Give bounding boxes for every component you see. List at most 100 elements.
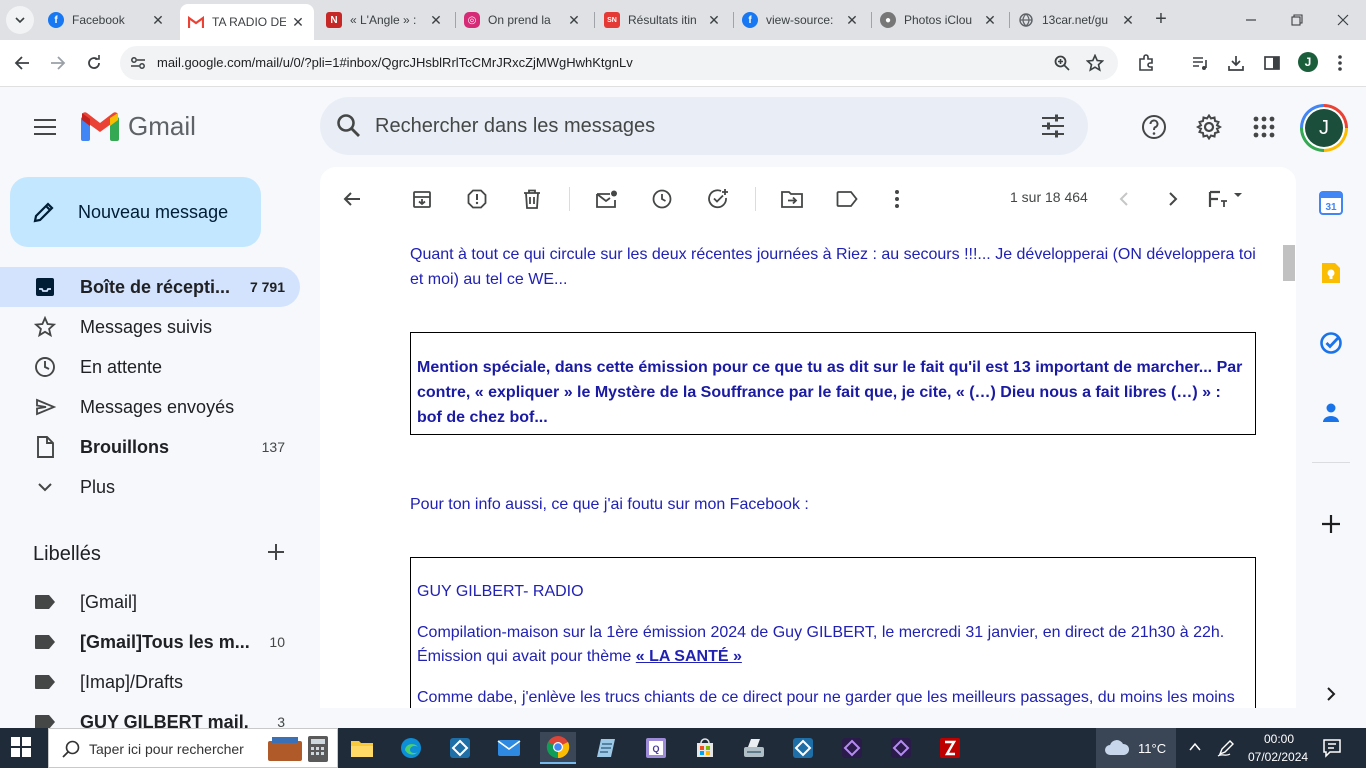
taskbar-app[interactable] <box>736 732 772 764</box>
clock-widget[interactable]: 00:00 07/02/2024 <box>1244 728 1310 768</box>
browser-profile-avatar[interactable]: J <box>1298 52 1318 72</box>
taskbar-app[interactable] <box>442 732 478 764</box>
main-menu-button[interactable] <box>25 107 65 147</box>
calendar-app-button[interactable]: 31 <box>1317 189 1345 217</box>
taskbar-edge[interactable] <box>393 732 429 764</box>
extensions-button[interactable] <box>1133 50 1159 76</box>
mail-search-bar[interactable] <box>320 97 1088 155</box>
report-spam-button[interactable] <box>463 185 491 213</box>
taskbar-filezilla[interactable] <box>932 732 968 764</box>
get-addons-button[interactable] <box>1317 510 1345 538</box>
sidebar-item-sent[interactable]: Messages envoyés <box>0 387 300 427</box>
media-controls-button[interactable] <box>1187 50 1213 76</box>
scrollbar-track[interactable] <box>1281 241 1295 708</box>
taskbar-app[interactable]: Q <box>638 732 674 764</box>
new-tab-button[interactable]: + <box>1150 9 1172 31</box>
zoom-icon[interactable] <box>1054 55 1070 71</box>
tasks-app-button[interactable] <box>1317 329 1345 357</box>
close-icon[interactable]: ✕ <box>428 12 444 29</box>
expand-side-panel-button[interactable] <box>1317 680 1345 708</box>
sidebar-item-starred[interactable]: Messages suivis <box>0 307 300 347</box>
chevron-up-icon <box>1189 742 1201 751</box>
pen-menu-button[interactable] <box>1216 738 1236 758</box>
taskbar-mail[interactable] <box>491 732 527 764</box>
mark-unread-button[interactable] <box>593 185 621 213</box>
add-to-tasks-button[interactable] <box>704 185 732 213</box>
taskbar-app[interactable] <box>785 732 821 764</box>
account-avatar[interactable]: J <box>1300 104 1348 152</box>
browser-tab[interactable]: f Facebook ✕ <box>40 4 174 36</box>
gmail-logo[interactable]: Gmail <box>80 111 196 142</box>
keep-app-button[interactable] <box>1317 259 1345 287</box>
support-button[interactable] <box>1134 107 1174 147</box>
close-window-button[interactable] <box>1320 0 1366 40</box>
sidebar-label-item[interactable]: [Imap]/Drafts <box>0 662 300 702</box>
downloads-button[interactable] <box>1223 50 1249 76</box>
browser-menu-button[interactable] <box>1327 50 1353 76</box>
show-hidden-icons-button[interactable] <box>1188 740 1202 754</box>
input-tools-button[interactable] <box>1206 185 1246 213</box>
address-bar[interactable]: mail.google.com/mail/u/0/?pli=1#inbox/Qg… <box>120 46 1118 80</box>
snooze-button[interactable] <box>648 185 676 213</box>
taskbar-file-explorer[interactable] <box>344 732 380 764</box>
taskbar-store[interactable] <box>687 732 723 764</box>
taskbar-app[interactable] <box>834 732 870 764</box>
search-input[interactable] <box>375 111 1015 141</box>
tab-search-button[interactable] <box>6 6 34 34</box>
move-to-button[interactable] <box>778 185 806 213</box>
sidebar-label-item[interactable]: [Gmail] <box>0 582 300 622</box>
browser-tab[interactable]: ● Photos iClou ✕ <box>872 4 1006 36</box>
forward-button[interactable] <box>44 49 72 77</box>
browser-tab[interactable]: 13car.net/gu ✕ <box>1010 4 1144 36</box>
archive-button[interactable] <box>408 185 436 213</box>
close-icon[interactable]: ✕ <box>982 12 998 29</box>
close-icon[interactable]: ✕ <box>706 12 722 29</box>
sidebar-item-inbox[interactable]: Boîte de récepti... 7 791 <box>0 267 300 307</box>
sidebar-label-item[interactable]: [Gmail]Tous les m... 10 <box>0 622 300 662</box>
close-icon[interactable]: ✕ <box>844 12 860 29</box>
more-actions-button[interactable] <box>883 185 911 213</box>
site-info-icon[interactable] <box>130 56 146 70</box>
browser-tab[interactable]: ◎ On prend la ✕ <box>456 4 590 36</box>
browser-tab[interactable]: N « L'Angle » : ✕ <box>318 4 452 36</box>
create-label-button[interactable] <box>266 542 288 564</box>
taskbar-app[interactable] <box>883 732 919 764</box>
minimize-button[interactable] <box>1228 0 1274 40</box>
sidebar-label-item[interactable]: GUY GILBERT mail... 3 <box>0 702 300 728</box>
compose-button[interactable]: Nouveau message <box>10 177 261 247</box>
start-button[interactable] <box>10 736 32 758</box>
browser-tab-active[interactable]: TA RADIO DE ✕ <box>180 4 314 40</box>
back-button[interactable] <box>8 49 36 77</box>
clock-time: 00:00 <box>1264 732 1295 746</box>
taskbar-search[interactable]: Taper ici pour rechercher <box>48 728 338 768</box>
labels-button[interactable] <box>833 185 861 213</box>
delete-button[interactable] <box>518 185 546 213</box>
contacts-app-button[interactable] <box>1317 399 1345 427</box>
reload-button[interactable] <box>80 49 108 77</box>
close-icon[interactable]: ✕ <box>290 14 306 31</box>
sidebar-item-snoozed[interactable]: En attente <box>0 347 300 387</box>
settings-button[interactable] <box>1189 107 1229 147</box>
browser-tab[interactable]: f view-source: ✕ <box>734 4 868 36</box>
theme-link[interactable]: « LA SANTÉ » <box>636 648 742 665</box>
sidebar-item-more[interactable]: Plus <box>0 467 300 507</box>
newer-button[interactable] <box>1110 185 1138 213</box>
close-icon[interactable]: ✕ <box>1120 12 1136 29</box>
close-icon[interactable]: ✕ <box>150 12 166 29</box>
notifications-button[interactable] <box>1322 738 1342 758</box>
side-panel-button[interactable] <box>1259 50 1285 76</box>
search-options-icon[interactable] <box>1040 113 1066 139</box>
weather-widget[interactable]: 11°C <box>1096 728 1176 768</box>
star-icon[interactable] <box>1086 54 1104 72</box>
scrollbar-thumb[interactable] <box>1283 245 1295 281</box>
older-button[interactable] <box>1159 185 1187 213</box>
sidebar-item-drafts[interactable]: Brouillons 137 <box>0 427 300 467</box>
google-apps-button[interactable] <box>1244 107 1284 147</box>
close-icon[interactable]: ✕ <box>566 12 582 29</box>
taskbar-app[interactable] <box>589 732 625 764</box>
search-icon[interactable] <box>336 113 362 139</box>
back-to-inbox-button[interactable] <box>338 185 366 213</box>
restore-button[interactable] <box>1274 0 1320 40</box>
taskbar-chrome[interactable] <box>540 732 576 764</box>
browser-tab[interactable]: SN Résultats itin ✕ <box>596 4 730 36</box>
